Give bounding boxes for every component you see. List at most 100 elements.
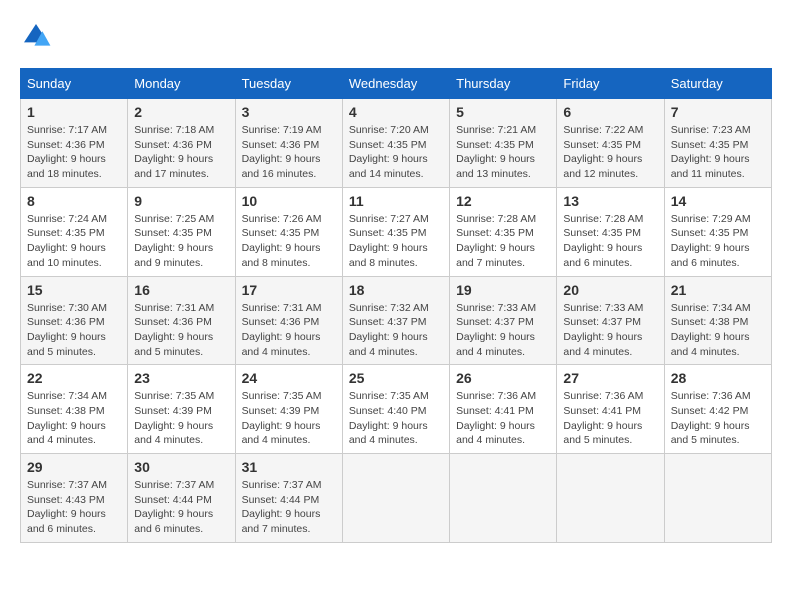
- table-cell: 7Sunrise: 7:23 AMSunset: 4:35 PMDaylight…: [664, 99, 771, 188]
- table-cell: [664, 454, 771, 543]
- day-number: 3: [242, 104, 336, 120]
- table-cell: 6 Sunrise: 7:22 AMSunset: 4:35 PMDaylight…: [557, 99, 664, 188]
- table-cell: 12 Sunrise: 7:28 AMSunset: 4:35 PMDayligh…: [450, 187, 557, 276]
- day-number: 28: [671, 370, 765, 386]
- day-number: 26: [456, 370, 550, 386]
- day-number: 30: [134, 459, 228, 475]
- table-cell: [557, 454, 664, 543]
- table-cell: [342, 454, 449, 543]
- table-cell: 3 Sunrise: 7:19 AMSunset: 4:36 PMDaylight…: [235, 99, 342, 188]
- col-thursday: Thursday: [450, 69, 557, 99]
- table-cell: 23 Sunrise: 7:35 AMSunset: 4:39 PMDayligh…: [128, 365, 235, 454]
- page-header: [20, 20, 772, 52]
- cell-info: Sunrise: 7:35 AMSunset: 4:39 PMDaylight:…: [242, 389, 336, 448]
- cell-info: Sunrise: 7:37 AMSunset: 4:44 PMDaylight:…: [242, 478, 336, 537]
- cell-info: Sunrise: 7:21 AMSunset: 4:35 PMDaylight:…: [456, 123, 550, 182]
- cell-info: Sunrise: 7:18 AMSunset: 4:36 PMDaylight:…: [134, 123, 228, 182]
- logo-icon: [20, 20, 52, 52]
- cell-info: Sunrise: 7:35 AMSunset: 4:39 PMDaylight:…: [134, 389, 228, 448]
- cell-info: Sunrise: 7:24 AMSunset: 4:35 PMDaylight:…: [27, 212, 121, 271]
- cell-info: Sunrise: 7:36 AMSunset: 4:41 PMDaylight:…: [563, 389, 657, 448]
- cell-info: Sunrise: 7:37 AMSunset: 4:44 PMDaylight:…: [134, 478, 228, 537]
- day-number: 12: [456, 193, 550, 209]
- table-cell: [450, 454, 557, 543]
- table-cell: 5 Sunrise: 7:21 AMSunset: 4:35 PMDaylight…: [450, 99, 557, 188]
- cell-info: Sunrise: 7:25 AMSunset: 4:35 PMDaylight:…: [134, 212, 228, 271]
- col-wednesday: Wednesday: [342, 69, 449, 99]
- cell-info: Sunrise: 7:22 AMSunset: 4:35 PMDaylight:…: [563, 123, 657, 182]
- day-number: 25: [349, 370, 443, 386]
- table-cell: 22 Sunrise: 7:34 AMSunset: 4:38 PMDayligh…: [21, 365, 128, 454]
- calendar-body: 1 Sunrise: 7:17 AMSunset: 4:36 PMDaylight…: [21, 99, 772, 543]
- cell-info: Sunrise: 7:35 AMSunset: 4:40 PMDaylight:…: [349, 389, 443, 448]
- col-sunday: Sunday: [21, 69, 128, 99]
- day-number: 7: [671, 104, 765, 120]
- table-cell: 24 Sunrise: 7:35 AMSunset: 4:39 PMDayligh…: [235, 365, 342, 454]
- day-number: 8: [27, 193, 121, 209]
- day-number: 19: [456, 282, 550, 298]
- day-number: 5: [456, 104, 550, 120]
- day-number: 4: [349, 104, 443, 120]
- col-friday: Friday: [557, 69, 664, 99]
- cell-info: Sunrise: 7:31 AMSunset: 4:36 PMDaylight:…: [134, 301, 228, 360]
- day-number: 27: [563, 370, 657, 386]
- table-cell: 27 Sunrise: 7:36 AMSunset: 4:41 PMDayligh…: [557, 365, 664, 454]
- day-number: 22: [27, 370, 121, 386]
- cell-info: Sunrise: 7:34 AMSunset: 4:38 PMDaylight:…: [671, 301, 765, 360]
- day-number: 14: [671, 193, 765, 209]
- table-cell: 31 Sunrise: 7:37 AMSunset: 4:44 PMDayligh…: [235, 454, 342, 543]
- cell-info: Sunrise: 7:31 AMSunset: 4:36 PMDaylight:…: [242, 301, 336, 360]
- day-number: 24: [242, 370, 336, 386]
- col-saturday: Saturday: [664, 69, 771, 99]
- table-cell: 29Sunrise: 7:37 AMSunset: 4:43 PMDayligh…: [21, 454, 128, 543]
- cell-info: Sunrise: 7:34 AMSunset: 4:38 PMDaylight:…: [27, 389, 121, 448]
- col-monday: Monday: [128, 69, 235, 99]
- cell-info: Sunrise: 7:20 AMSunset: 4:35 PMDaylight:…: [349, 123, 443, 182]
- calendar-header: Sunday Monday Tuesday Wednesday Thursday…: [21, 69, 772, 99]
- table-cell: 8 Sunrise: 7:24 AMSunset: 4:35 PMDaylight…: [21, 187, 128, 276]
- table-cell: 17 Sunrise: 7:31 AMSunset: 4:36 PMDayligh…: [235, 276, 342, 365]
- table-row: 8 Sunrise: 7:24 AMSunset: 4:35 PMDaylight…: [21, 187, 772, 276]
- table-cell: 13Sunrise: 7:28 AMSunset: 4:35 PMDayligh…: [557, 187, 664, 276]
- calendar-table: Sunday Monday Tuesday Wednesday Thursday…: [20, 68, 772, 543]
- day-number: 6: [563, 104, 657, 120]
- day-number: 18: [349, 282, 443, 298]
- table-cell: 4 Sunrise: 7:20 AMSunset: 4:35 PMDaylight…: [342, 99, 449, 188]
- cell-info: Sunrise: 7:17 AMSunset: 4:36 PMDaylight:…: [27, 123, 121, 182]
- table-cell: 2 Sunrise: 7:18 AMSunset: 4:36 PMDaylight…: [128, 99, 235, 188]
- table-cell: 30 Sunrise: 7:37 AMSunset: 4:44 PMDayligh…: [128, 454, 235, 543]
- day-number: 16: [134, 282, 228, 298]
- table-cell: 26 Sunrise: 7:36 AMSunset: 4:41 PMDayligh…: [450, 365, 557, 454]
- day-number: 17: [242, 282, 336, 298]
- day-number: 31: [242, 459, 336, 475]
- cell-info: Sunrise: 7:33 AMSunset: 4:37 PMDaylight:…: [563, 301, 657, 360]
- cell-info: Sunrise: 7:32 AMSunset: 4:37 PMDaylight:…: [349, 301, 443, 360]
- col-tuesday: Tuesday: [235, 69, 342, 99]
- logo: [20, 20, 56, 52]
- table-cell: 21Sunrise: 7:34 AMSunset: 4:38 PMDayligh…: [664, 276, 771, 365]
- cell-info: Sunrise: 7:29 AMSunset: 4:35 PMDaylight:…: [671, 212, 765, 271]
- cell-info: Sunrise: 7:26 AMSunset: 4:35 PMDaylight:…: [242, 212, 336, 271]
- cell-info: Sunrise: 7:28 AMSunset: 4:35 PMDaylight:…: [456, 212, 550, 271]
- table-cell: 11Sunrise: 7:27 AMSunset: 4:35 PMDayligh…: [342, 187, 449, 276]
- table-row: 1 Sunrise: 7:17 AMSunset: 4:36 PMDaylight…: [21, 99, 772, 188]
- table-cell: 20Sunrise: 7:33 AMSunset: 4:37 PMDayligh…: [557, 276, 664, 365]
- table-cell: 16 Sunrise: 7:31 AMSunset: 4:36 PMDayligh…: [128, 276, 235, 365]
- day-number: 15: [27, 282, 121, 298]
- cell-info: Sunrise: 7:36 AMSunset: 4:42 PMDaylight:…: [671, 389, 765, 448]
- day-number: 1: [27, 104, 121, 120]
- cell-info: Sunrise: 7:27 AMSunset: 4:35 PMDaylight:…: [349, 212, 443, 271]
- cell-info: Sunrise: 7:33 AMSunset: 4:37 PMDaylight:…: [456, 301, 550, 360]
- cell-info: Sunrise: 7:19 AMSunset: 4:36 PMDaylight:…: [242, 123, 336, 182]
- table-cell: 28 Sunrise: 7:36 AMSunset: 4:42 PMDayligh…: [664, 365, 771, 454]
- table-cell: 18 Sunrise: 7:32 AMSunset: 4:37 PMDayligh…: [342, 276, 449, 365]
- day-number: 9: [134, 193, 228, 209]
- table-row: 15Sunrise: 7:30 AMSunset: 4:36 PMDayligh…: [21, 276, 772, 365]
- day-number: 2: [134, 104, 228, 120]
- day-number: 23: [134, 370, 228, 386]
- table-cell: 9 Sunrise: 7:25 AMSunset: 4:35 PMDaylight…: [128, 187, 235, 276]
- day-number: 13: [563, 193, 657, 209]
- table-cell: 14 Sunrise: 7:29 AMSunset: 4:35 PMDayligh…: [664, 187, 771, 276]
- table-row: 29Sunrise: 7:37 AMSunset: 4:43 PMDayligh…: [21, 454, 772, 543]
- cell-info: Sunrise: 7:36 AMSunset: 4:41 PMDaylight:…: [456, 389, 550, 448]
